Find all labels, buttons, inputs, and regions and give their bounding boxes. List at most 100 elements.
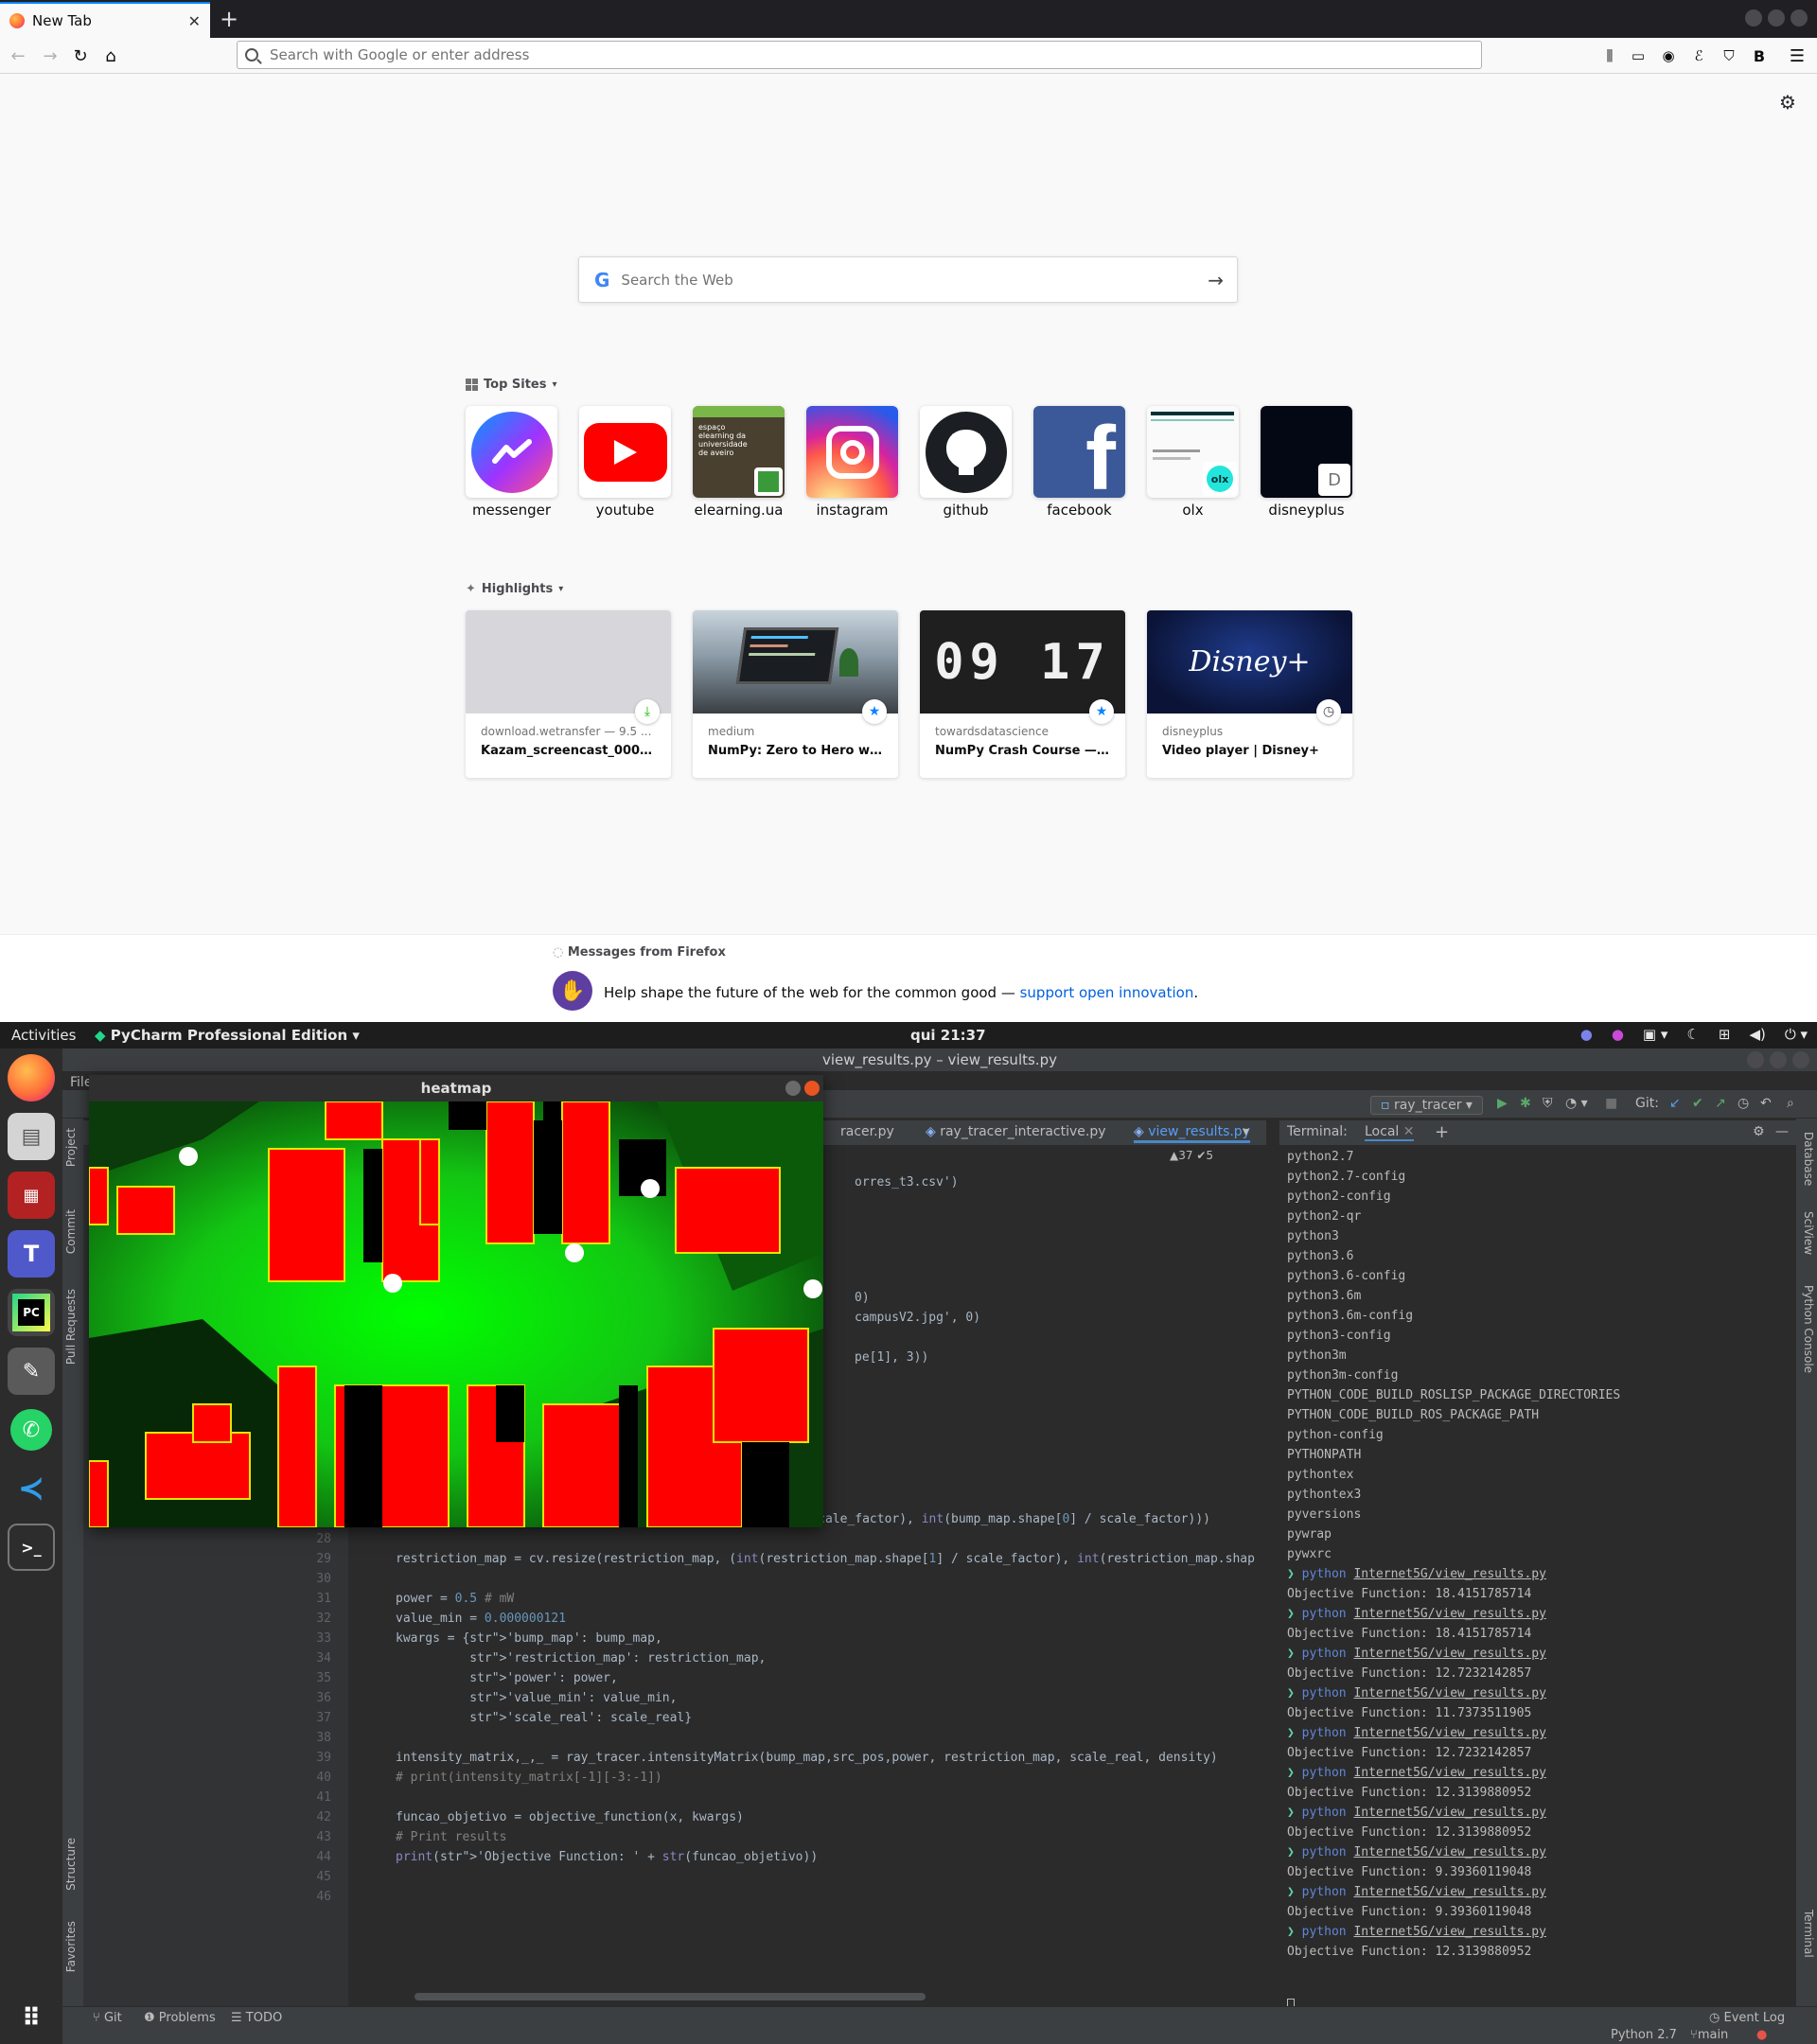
- reload-icon[interactable]: ↻: [68, 44, 93, 68]
- menu-icon[interactable]: ☰: [1785, 44, 1809, 68]
- tool-commit[interactable]: Commit: [64, 1209, 78, 1254]
- arrow-right-icon[interactable]: →: [1208, 269, 1224, 291]
- git-update-icon[interactable]: ↙: [1669, 1096, 1681, 1111]
- top-site-disneyplus[interactable]: D disneyplus: [1261, 406, 1352, 519]
- top-site-instagram[interactable]: instagram: [806, 406, 898, 519]
- network-icon[interactable]: ⊞: [1719, 1026, 1731, 1043]
- horizontal-scrollbar[interactable]: [415, 1993, 926, 2000]
- vscode-dock-icon[interactable]: ≺: [8, 1465, 55, 1512]
- tool-pull-requests[interactable]: Pull Requests: [64, 1289, 78, 1365]
- account-icon[interactable]: ◉: [1656, 44, 1681, 68]
- firefox-dock-icon[interactable]: [8, 1054, 55, 1101]
- tool-project[interactable]: Project: [64, 1128, 78, 1167]
- file-link[interactable]: Internet5G/view_results.py: [1353, 1726, 1546, 1740]
- highlight-card[interactable]: ★ medium NumPy: Zero to Hero wit...: [693, 610, 898, 778]
- highlight-card[interactable]: ⤓ download.wetransfer — 9.5 ... Kazam_sc…: [466, 610, 671, 778]
- new-terminal-button[interactable]: +: [1435, 1122, 1449, 1142]
- history-icon[interactable]: ◷: [1738, 1096, 1749, 1111]
- gear-icon[interactable]: ⚙: [1753, 1124, 1765, 1139]
- problems-tool-button[interactable]: ❶ Problems: [144, 2011, 216, 2025]
- top-site-github[interactable]: github: [920, 406, 1012, 519]
- heatmap-titlebar[interactable]: heatmap: [89, 1075, 823, 1101]
- home-icon[interactable]: ⌂: [98, 44, 123, 68]
- todo-tool-button[interactable]: ☰ TODO: [231, 2011, 282, 2025]
- url-bar[interactable]: Search with Google or enter address: [237, 41, 1482, 69]
- tab-new-tab[interactable]: New Tab ✕: [0, 2, 210, 38]
- file-link[interactable]: Internet5G/view_results.py: [1353, 1607, 1546, 1621]
- search-icon[interactable]: ⌕: [1787, 1096, 1794, 1111]
- close-window-button[interactable]: [804, 1081, 820, 1096]
- minimize-button[interactable]: [785, 1081, 801, 1096]
- editor-dock-icon[interactable]: ✎: [8, 1348, 55, 1395]
- git-tool-button[interactable]: ⑂ Git: [93, 2011, 122, 2025]
- tool-terminal[interactable]: Terminal: [1802, 1910, 1815, 1958]
- tool-python-console[interactable]: Python Console: [1802, 1285, 1815, 1373]
- activities-button[interactable]: Activities: [11, 1027, 76, 1044]
- top-sites-heading[interactable]: Top Sites ▾: [466, 378, 557, 392]
- close-window-button[interactable]: [1792, 1051, 1809, 1068]
- minimize-button[interactable]: [1747, 1051, 1764, 1068]
- profile-icon[interactable]: ◔ ▾: [1565, 1096, 1588, 1111]
- highlight-card[interactable]: 09 17 ★ towardsdatascience NumPy Crash C…: [920, 610, 1125, 778]
- event-log-button[interactable]: ◷ Event Log: [1709, 2011, 1785, 2025]
- new-tab-button[interactable]: +: [220, 6, 238, 32]
- power-icon[interactable]: ⏻ ▾: [1785, 1026, 1808, 1043]
- git-push-icon[interactable]: ↗: [1715, 1096, 1726, 1111]
- file-link[interactable]: Internet5G/view_results.py: [1353, 1885, 1546, 1899]
- terminal-panel[interactable]: Terminal: Local ✕ + ⚙ — python2.7 python2…: [1279, 1120, 1796, 2016]
- clipboard-icon[interactable]: ▣ ▾: [1643, 1026, 1667, 1043]
- git-commit-icon[interactable]: ✔: [1692, 1096, 1703, 1111]
- heatmap-canvas[interactable]: [89, 1101, 823, 1527]
- tool-structure[interactable]: Structure: [64, 1838, 78, 1891]
- whatsapp-dock-icon[interactable]: ✆: [8, 1406, 55, 1454]
- sidebar-icon[interactable]: ▭: [1626, 44, 1650, 68]
- coverage-icon[interactable]: ⛨: [1543, 1096, 1553, 1111]
- volume-icon[interactable]: ◀): [1749, 1026, 1765, 1043]
- file-link[interactable]: Internet5G/view_results.py: [1353, 1686, 1546, 1700]
- file-link[interactable]: Internet5G/view_results.py: [1353, 1567, 1546, 1581]
- close-icon[interactable]: ✕: [1403, 1124, 1415, 1139]
- web-search-box[interactable]: G Search the Web →: [578, 256, 1238, 303]
- debug-icon[interactable]: ✱: [1520, 1096, 1531, 1111]
- library-icon[interactable]: ⫼: [1597, 44, 1622, 68]
- tab-ray-tracer[interactable]: racer.py: [840, 1124, 894, 1139]
- hide-panel-icon[interactable]: —: [1775, 1124, 1789, 1139]
- support-link[interactable]: support open innovation: [1020, 984, 1194, 1001]
- clock[interactable]: qui 21:37: [910, 1027, 986, 1044]
- tool-database[interactable]: Database: [1802, 1132, 1815, 1186]
- back-icon[interactable]: ←: [6, 44, 30, 68]
- interpreter-widget[interactable]: Python 2.7: [1611, 2028, 1677, 2042]
- branch-widget[interactable]: ⑂main: [1690, 2028, 1728, 2042]
- file-link[interactable]: Internet5G/view_results.py: [1353, 1925, 1546, 1939]
- maximize-button[interactable]: [1770, 1051, 1787, 1068]
- close-tab-icon[interactable]: ✕: [188, 12, 201, 30]
- heatmap-window[interactable]: heatmap: [89, 1075, 823, 1527]
- stop-icon[interactable]: ■: [1605, 1096, 1617, 1111]
- run-icon[interactable]: ▶: [1497, 1096, 1508, 1111]
- top-site-messenger[interactable]: messenger: [466, 406, 557, 519]
- app-menu[interactable]: ◆ PyCharm Professional Edition ▾: [95, 1027, 360, 1044]
- error-icon[interactable]: ●: [1756, 2028, 1767, 2042]
- terminal-dock-icon[interactable]: >_: [8, 1524, 55, 1571]
- minimize-button[interactable]: [1745, 9, 1762, 26]
- night-light-icon[interactable]: ☾: [1686, 1026, 1699, 1043]
- teams-dock-icon[interactable]: T: [8, 1230, 55, 1278]
- highlights-heading[interactable]: ✦ Highlights ▾: [466, 582, 563, 596]
- show-apps-icon[interactable]: ⠿: [8, 1995, 55, 2042]
- firefox-tray-icon[interactable]: ●: [1612, 1026, 1624, 1043]
- terminal-tab-local[interactable]: Local ✕: [1365, 1124, 1415, 1141]
- file-link[interactable]: Internet5G/view_results.py: [1353, 1766, 1546, 1780]
- tool-favorites[interactable]: Favorites: [64, 1921, 78, 1972]
- tab-ray-tracer-interactive[interactable]: ◈ ray_tracer_interactive.py: [926, 1124, 1106, 1139]
- highlight-card[interactable]: Disney+ ◷ disneyplus Video player | Disn…: [1147, 610, 1352, 778]
- inspection-widget[interactable]: ▲37 ✔5: [1170, 1149, 1213, 1162]
- pycharm-dock-icon[interactable]: PC: [8, 1289, 55, 1336]
- teams-tray-icon[interactable]: ●: [1580, 1026, 1593, 1043]
- file-link[interactable]: Internet5G/view_results.py: [1353, 1647, 1546, 1661]
- top-site-olx[interactable]: olx olx: [1147, 406, 1239, 519]
- bookmark-extension-icon[interactable]: B: [1747, 44, 1772, 68]
- rollback-icon[interactable]: ↶: [1760, 1096, 1772, 1111]
- top-site-youtube[interactable]: youtube: [579, 406, 671, 519]
- forward-icon[interactable]: →: [38, 44, 62, 68]
- extension-icon[interactable]: ℰ: [1686, 44, 1711, 68]
